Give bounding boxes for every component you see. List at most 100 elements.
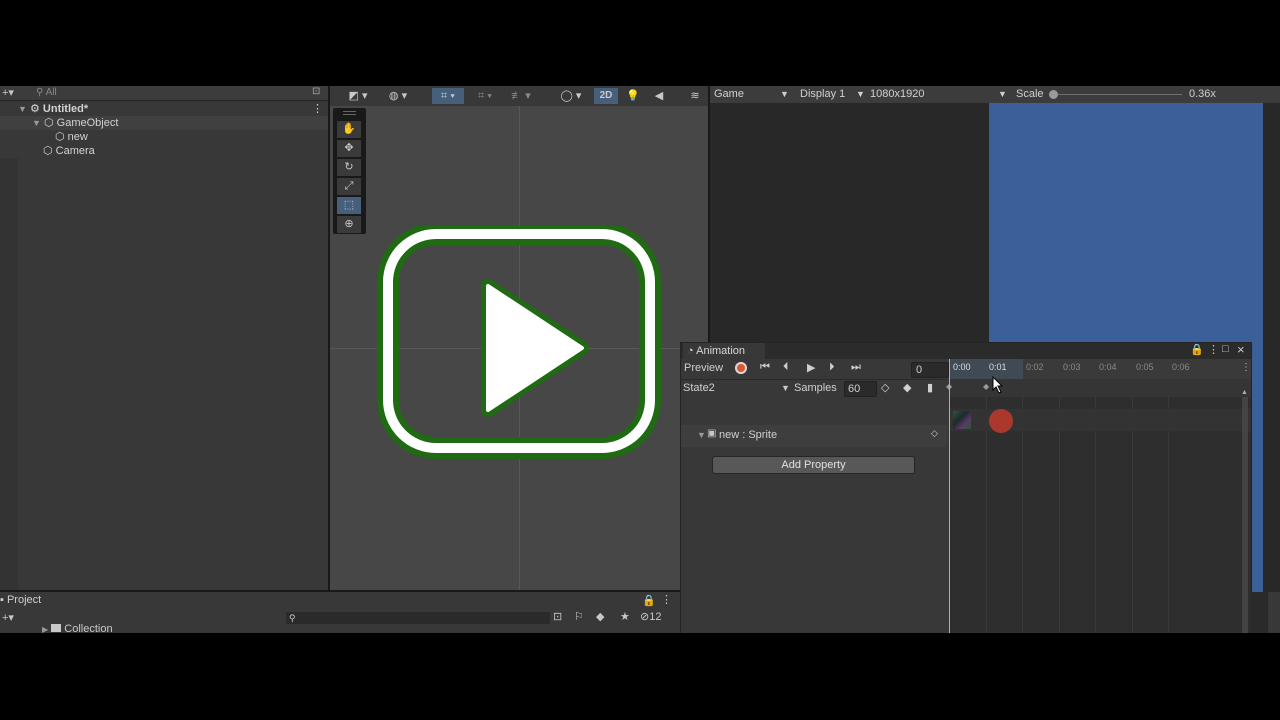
expand-arrow-icon[interactable]: ▼ (18, 104, 27, 114)
add-event-icon[interactable]: ◆ (903, 381, 911, 394)
game-tab[interactable]: Game (714, 86, 744, 103)
hierarchy-gutter (0, 158, 18, 590)
transform-tool[interactable]: ⊕ (337, 216, 361, 233)
timeline-gridline (1022, 397, 1023, 633)
event-marker-icon[interactable]: ▮ (927, 381, 933, 394)
project-tab[interactable]: ▪ Project (0, 592, 70, 608)
search-by-label-icon[interactable]: ⚐ (574, 610, 584, 623)
tag-icon[interactable]: ◆ (596, 610, 604, 623)
scale-tool[interactable]: ⤢ (337, 178, 361, 195)
sprite-keyframe-thumbnail[interactable] (953, 411, 971, 429)
scale-slider-track[interactable] (1050, 94, 1182, 95)
game-toolbar: Game ▼ Display 1 ▼ 1080x1920 ▼ Scale 0.3… (710, 86, 1280, 103)
hierarchy-item-gameobject[interactable]: ▼ ⬡ GameObject (0, 116, 328, 130)
hierarchy-item-camera[interactable]: ⬡ Camera (0, 144, 328, 158)
search-by-type-icon[interactable]: ⊡ (553, 610, 562, 623)
draw-mode-dropdown[interactable]: ◩ ▾ (342, 88, 374, 104)
increment-snap[interactable]: ≢ ▾ (506, 88, 536, 104)
project-search-input[interactable]: ⚲ (286, 612, 550, 624)
gameobject-cube-icon: ⬡ (43, 117, 54, 129)
maximize-icon[interactable]: □ (1222, 343, 1229, 355)
keyframe-diamond-icon[interactable]: ◆ (983, 382, 989, 391)
display-dropdown[interactable]: Display 1 (800, 86, 845, 103)
render-mode-dropdown[interactable]: ◯ ▾ (556, 88, 586, 104)
play-button[interactable]: ▶ (807, 361, 815, 374)
resolution-dropdown[interactable]: 1080x1920 (870, 86, 924, 103)
timeline-menu-icon[interactable]: ⋮ (1241, 362, 1251, 373)
animation-tab[interactable]: ◔ Animation (683, 343, 765, 359)
lock-icon[interactable]: 🔒 (642, 594, 656, 607)
tick-container: 0:00 0:01 0:02 0:03 0:04 0:05 0:06 (953, 362, 1253, 376)
snap-toggle[interactable]: ⌗ ▾ (432, 88, 464, 104)
effects-toggle[interactable]: ≋ (686, 88, 704, 104)
audio-toggle[interactable]: ◀ (650, 88, 668, 104)
right-dock-edge (1251, 592, 1267, 633)
add-property-button[interactable]: Add Property (712, 456, 915, 474)
timeline-gridline (986, 397, 987, 633)
chevron-down-icon[interactable]: ▼ (780, 86, 789, 103)
inspector-edge (1268, 592, 1280, 633)
folder-icon (51, 624, 62, 632)
move-tool[interactable]: ✥ (337, 140, 361, 157)
tick-label: 0:04 (1099, 362, 1117, 372)
previous-keyframe-button[interactable]: ⏴ (783, 361, 789, 374)
rect-tool[interactable]: ⬚ (337, 197, 361, 214)
global-toggle[interactable]: ◍ ▾ (382, 88, 414, 104)
animation-timeline[interactable]: 0:00 0:01 0:02 0:03 0:04 0:05 0:06 ⋮ ◆ ◆ (946, 359, 1253, 633)
favorite-star-icon[interactable]: ★ (620, 610, 630, 623)
next-keyframe-button[interactable]: ⏵ (829, 361, 835, 374)
hierarchy-item-label: GameObject (56, 117, 119, 129)
hierarchy-search-input[interactable]: ⚲ All (36, 87, 276, 99)
tick-label: 0:01 (989, 362, 1007, 372)
2d-toggle[interactable]: 2D (594, 88, 618, 104)
panel-menu-icon[interactable]: ⋮ (661, 593, 672, 606)
gameobject-cube-icon: ⬡ (55, 131, 65, 143)
add-icon[interactable]: +▾ (2, 86, 14, 99)
record-button[interactable] (735, 362, 747, 374)
folder-icon: ▪ (0, 594, 4, 606)
expand-arrow-icon[interactable]: ▼ (697, 430, 706, 440)
rect-icon: ⬚ (343, 199, 355, 211)
keyframe-diamond-icon[interactable]: ◇ (931, 428, 938, 439)
divider (681, 379, 947, 380)
scroll-up-icon[interactable]: ▲ (1241, 389, 1248, 396)
scene-view[interactable]: ◩ ▾ ◍ ▾ ⌗ ▾ ⌗ ▾ ≢ ▾ ◯ ▾ 2D 💡 ◀ ≋ ✋ ✥ ↻ ⤢… (330, 86, 708, 590)
preview-toggle[interactable]: Preview (684, 362, 723, 374)
drag-handle-icon[interactable] (343, 111, 356, 115)
unity-editor: +▾ ⚲ All ⊡ ▼ ⚙ Untitled* ⋮ ▼ ⬡ GameObjec… (0, 86, 1280, 633)
grid-toggle[interactable]: ⌗ ▾ (470, 88, 500, 104)
sprite-track[interactable] (949, 409, 1251, 433)
hand-tool[interactable]: ✋ (337, 121, 361, 138)
rotate-tool[interactable]: ↻ (337, 159, 361, 176)
expand-arrow-icon[interactable]: ▼ (32, 118, 41, 128)
first-keyframe-button[interactable]: ⏮ (760, 361, 770, 374)
add-asset-icon[interactable]: +▾ (2, 611, 14, 624)
samples-field[interactable]: 60 (844, 381, 877, 397)
hidden-packages-toggle[interactable]: ⊘12 (640, 610, 661, 623)
close-icon[interactable]: × (1237, 342, 1245, 357)
property-row[interactable]: ▼ ▣ new : Sprite ◇ (681, 425, 947, 447)
expand-arrow-icon[interactable]: ▶ (42, 625, 48, 633)
playhead[interactable] (949, 359, 950, 633)
frame-field[interactable]: 0 (911, 362, 949, 378)
vertical-scrollbar[interactable]: ▲ (1241, 389, 1248, 633)
scene-toolbar: ◩ ▾ ◍ ▾ ⌗ ▾ ⌗ ▾ ≢ ▾ ◯ ▾ 2D 💡 ◀ ≋ (330, 86, 708, 106)
hierarchy-panel: +▾ ⚲ All ⊡ ▼ ⚙ Untitled* ⋮ ▼ ⬡ GameObjec… (0, 86, 328, 590)
timeline-gridline (1168, 397, 1169, 633)
panel-menu-icon[interactable]: ⋮ (1208, 343, 1219, 356)
hierarchy-item-new[interactable]: ⬡ new (0, 130, 328, 144)
add-keyframe-icon[interactable]: ◇ (881, 381, 889, 394)
search-options-icon[interactable]: ⊡ (312, 86, 320, 97)
scale-slider-thumb[interactable] (1048, 90, 1058, 99)
search-icon: ⚲ (289, 613, 296, 623)
grid-icon: ⌗ (478, 90, 485, 102)
last-keyframe-button[interactable]: ⏭ (851, 361, 861, 374)
clip-dropdown[interactable]: State2 (683, 382, 715, 394)
scene-row[interactable]: ▼ ⚙ Untitled* ⋮ (0, 102, 328, 116)
lightbulb-icon: 💡 (626, 90, 640, 102)
folder-collection[interactable]: ▶ Collection (42, 623, 113, 633)
lighting-toggle[interactable]: 💡 (624, 88, 642, 104)
lock-icon[interactable]: 🔒 (1190, 343, 1204, 356)
play-logo-sprite[interactable] (370, 226, 670, 476)
scene-menu-icon[interactable]: ⋮ (312, 102, 323, 116)
